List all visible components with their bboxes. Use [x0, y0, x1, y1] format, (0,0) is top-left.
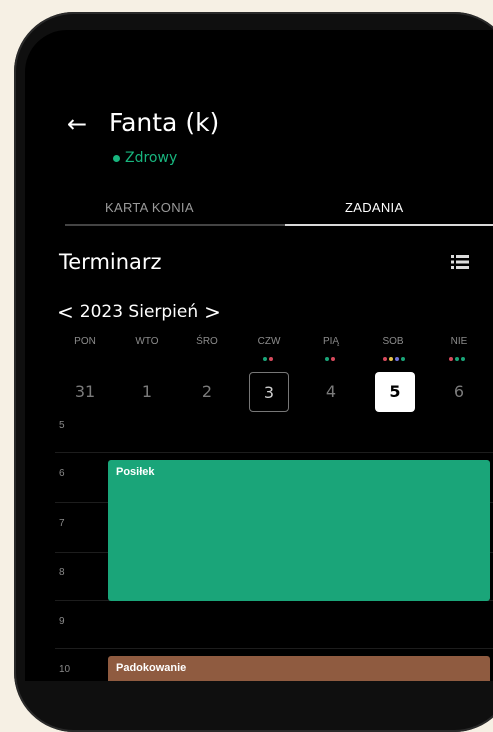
event-dots [263, 357, 273, 361]
weekday-label: PON [74, 336, 96, 347]
event-meal[interactable]: Posiłek [108, 460, 490, 601]
calendar-day[interactable]: 4 [311, 372, 351, 412]
hour-label: 5 [59, 420, 65, 431]
weekday-label: SOB [382, 336, 404, 347]
tab-tasks[interactable]: ZADANIA [345, 200, 403, 215]
hour-label: 7 [59, 518, 65, 529]
event-paddock[interactable]: Padokowanie [108, 656, 490, 681]
event-dot-icon [461, 357, 465, 361]
event-dots [449, 357, 465, 361]
tab-underline-active [285, 224, 493, 226]
hour-label: 9 [59, 616, 65, 627]
status-dot-icon [113, 154, 120, 162]
weekday-label: CZW [257, 336, 281, 347]
prev-month-icon[interactable]: < [57, 300, 74, 324]
tab-underline-inactive [65, 224, 285, 226]
calendar-day[interactable]: 6 [439, 372, 479, 412]
event-label: Padokowanie [116, 662, 187, 674]
event-dot-icon [401, 357, 405, 361]
event-dots [325, 357, 335, 361]
event-dot-icon [325, 357, 329, 361]
tab-horse-card[interactable]: KARTA KONIA [105, 200, 194, 215]
hour-label: 6 [59, 468, 65, 479]
hour-label: 10 [59, 664, 71, 675]
event-dot-icon [449, 357, 453, 361]
month-label: 2023 Sierpień [79, 302, 199, 322]
calendar-day[interactable]: 2 [187, 372, 227, 412]
list-view-icon[interactable] [451, 254, 469, 270]
health-status: Zdrowy [113, 150, 177, 166]
calendar-day[interactable]: 31 [65, 372, 105, 412]
month-navigator: < 2023 Sierpień > [57, 300, 221, 324]
schedule-title: Terminarz [59, 250, 162, 274]
hour-divider [55, 648, 493, 649]
calendar-day-today[interactable]: 3 [249, 372, 289, 412]
weekday-label: ŚRO [196, 336, 218, 347]
weekday-label: PIĄ [322, 336, 340, 347]
event-dot-icon [263, 357, 267, 361]
event-dot-icon [395, 357, 399, 361]
app-screen: ← Fanta (k) Zdrowy KARTA KONIA ZADANIA T… [25, 30, 493, 681]
weekday-label: NIE [450, 336, 468, 347]
event-dot-icon [455, 357, 459, 361]
event-dot-icon [269, 357, 273, 361]
back-arrow-icon[interactable]: ← [67, 110, 87, 138]
hour-divider [55, 452, 493, 453]
event-dot-icon [389, 357, 393, 361]
health-status-label: Zdrowy [125, 150, 178, 166]
event-dot-icon [383, 357, 387, 361]
event-dot-icon [331, 357, 335, 361]
next-month-icon[interactable]: > [204, 300, 221, 324]
event-dots [383, 357, 405, 361]
weekday-label: WTO [135, 336, 159, 347]
weekday-header: PON WTO ŚRO CZW PIĄ SOB NIE [55, 336, 493, 352]
calendar-day[interactable]: 1 [127, 372, 167, 412]
event-label: Posiłek [116, 466, 155, 478]
horse-name-title: Fanta (k) [109, 108, 220, 137]
calendar-day-selected[interactable]: 5 [375, 372, 415, 412]
hour-label: 8 [59, 567, 65, 578]
